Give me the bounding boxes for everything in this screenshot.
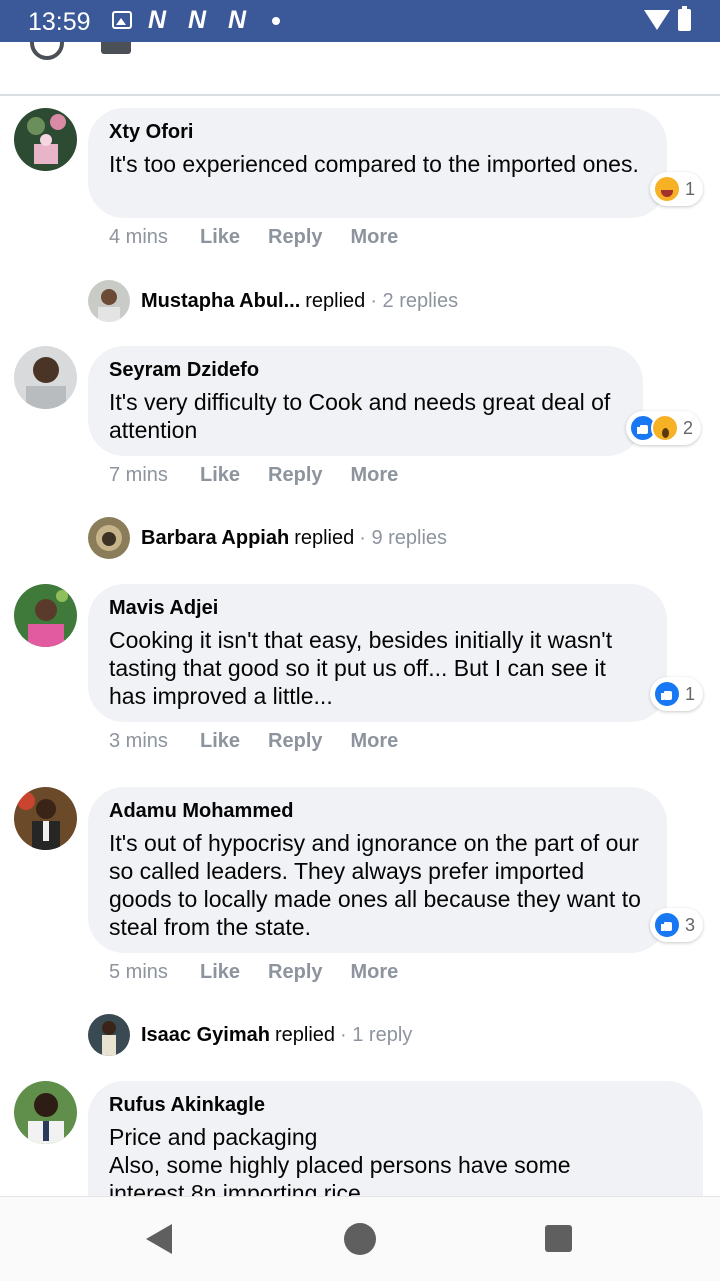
reaction-summary[interactable]: 1 bbox=[650, 677, 704, 711]
reaction-summary[interactable]: 1 bbox=[650, 172, 704, 206]
commenter-name[interactable]: Seyram Dzidefo bbox=[109, 358, 622, 382]
status-bar: 13:59 N N N bbox=[0, 0, 720, 42]
reply-verb: replied bbox=[305, 289, 366, 312]
reaction-summary[interactable]: 2 bbox=[626, 411, 702, 445]
replies-link[interactable]: Mustapha Abul... replied · 2 replies bbox=[88, 280, 458, 322]
reaction-summary[interactable]: 3 bbox=[650, 908, 704, 942]
reply-count: · 2 replies bbox=[370, 289, 459, 312]
recent-apps-icon[interactable] bbox=[545, 1225, 572, 1252]
system-navigation-bar bbox=[0, 1196, 720, 1281]
reply-button[interactable]: Reply bbox=[268, 226, 322, 249]
more-button[interactable]: More bbox=[351, 961, 399, 984]
reply-avatar bbox=[88, 517, 130, 559]
replies-link[interactable]: Barbara Appiah replied · 9 replies bbox=[88, 517, 447, 559]
commenter-name[interactable]: Rufus Akinkagle bbox=[109, 1093, 682, 1117]
reply-verb: replied bbox=[294, 526, 355, 549]
more-notifications-dot-icon bbox=[272, 17, 280, 25]
avatar[interactable] bbox=[14, 108, 77, 171]
image-notification-icon bbox=[112, 11, 132, 29]
comment-time[interactable]: 4 mins bbox=[109, 226, 200, 249]
wow-reaction-icon bbox=[651, 414, 679, 442]
commenter-name[interactable]: Adamu Mohammed bbox=[109, 799, 646, 823]
avatar[interactable] bbox=[14, 584, 77, 647]
avatar[interactable] bbox=[14, 346, 77, 409]
like-reaction-icon bbox=[653, 911, 681, 939]
reply-button[interactable]: Reply bbox=[268, 464, 322, 487]
replier-name: Mustapha Abul... bbox=[141, 289, 301, 312]
status-time: 13:59 bbox=[28, 8, 91, 36]
replies-link[interactable]: Isaac Gyimah replied · 1 reply bbox=[88, 1014, 412, 1056]
like-button[interactable]: Like bbox=[200, 226, 240, 249]
comment-bubble: Adamu Mohammed It's out of hypocrisy and… bbox=[88, 787, 667, 953]
comment-actions: 7 mins Like Reply More bbox=[109, 464, 426, 487]
reply-count: · 1 reply bbox=[340, 1023, 413, 1046]
reply-count: · 9 replies bbox=[359, 526, 448, 549]
emoji-icon[interactable] bbox=[30, 42, 64, 60]
comment-bubble: Xty Ofori It's too experienced compared … bbox=[88, 108, 667, 218]
back-icon[interactable] bbox=[146, 1224, 172, 1254]
camera-icon[interactable] bbox=[101, 42, 131, 54]
comment-bubble: Mavis Adjei Cooking it isn't that easy, … bbox=[88, 584, 667, 722]
like-reaction-icon bbox=[653, 680, 681, 708]
news-notification-icon: N bbox=[228, 6, 248, 34]
comment-text: It's too experienced compared to the imp… bbox=[109, 151, 639, 177]
replier-name: Barbara Appiah bbox=[141, 526, 290, 549]
reaction-count: 1 bbox=[685, 683, 696, 704]
avatar[interactable] bbox=[14, 1081, 77, 1144]
reply-avatar bbox=[88, 280, 130, 322]
comment-actions: 3 mins Like Reply More bbox=[109, 730, 426, 753]
comment-text-line: Price and packaging bbox=[109, 1124, 318, 1150]
haha-reaction-icon bbox=[653, 175, 681, 203]
like-button[interactable]: Like bbox=[200, 961, 240, 984]
like-button[interactable]: Like bbox=[200, 730, 240, 753]
comment-time[interactable]: 3 mins bbox=[109, 730, 200, 753]
comment-text-line: Also, some highly placed persons have so… bbox=[109, 1152, 571, 1178]
comment-bubble: Seyram Dzidefo It's very difficulty to C… bbox=[88, 346, 643, 456]
comment-actions: 4 mins Like Reply More bbox=[109, 226, 426, 249]
news-notification-icon: N bbox=[148, 6, 168, 34]
commenter-name[interactable]: Mavis Adjei bbox=[109, 596, 646, 620]
reply-button[interactable]: Reply bbox=[268, 730, 322, 753]
comment-text: It's very difficulty to Cook and needs g… bbox=[109, 389, 611, 443]
comment-time[interactable]: 7 mins bbox=[109, 464, 200, 487]
home-icon[interactable] bbox=[344, 1223, 376, 1255]
reply-verb: replied bbox=[274, 1023, 336, 1046]
reaction-count: 1 bbox=[685, 178, 696, 199]
battery-icon bbox=[678, 6, 691, 31]
like-button[interactable]: Like bbox=[200, 464, 240, 487]
comment-time[interactable]: 5 mins bbox=[109, 961, 200, 984]
more-button[interactable]: More bbox=[351, 730, 399, 753]
reply-button[interactable]: Reply bbox=[268, 961, 322, 984]
replier-name: Isaac Gyimah bbox=[141, 1023, 270, 1046]
more-button[interactable]: More bbox=[351, 226, 399, 249]
reaction-count: 2 bbox=[683, 417, 694, 438]
comment-actions: 5 mins Like Reply More bbox=[109, 961, 426, 984]
comment-text: It's out of hypocrisy and ignorance on t… bbox=[109, 830, 641, 940]
wifi-icon bbox=[644, 10, 670, 30]
reaction-count: 3 bbox=[685, 914, 696, 935]
news-notification-icon: N bbox=[188, 6, 208, 34]
more-button[interactable]: More bbox=[351, 464, 399, 487]
comment-text: Cooking it isn't that easy, besides init… bbox=[109, 627, 613, 709]
reply-avatar bbox=[88, 1014, 130, 1056]
avatar[interactable] bbox=[14, 787, 77, 850]
commenter-name[interactable]: Xty Ofori bbox=[109, 120, 646, 144]
comment-input-toolbar bbox=[0, 42, 720, 96]
